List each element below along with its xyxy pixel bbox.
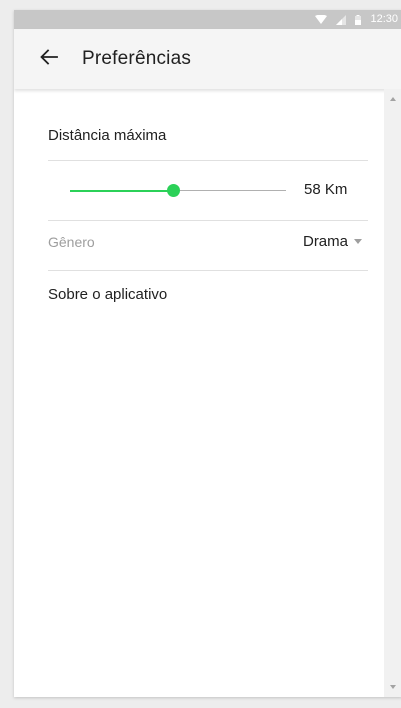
- genre-selected-value: Drama: [302, 233, 348, 250]
- scroll-up-icon[interactable]: [390, 97, 396, 101]
- slider-track-active: [70, 190, 174, 192]
- preferences-list: Distância máxima 58 Km Gênero Drama Sobr…: [14, 89, 384, 697]
- slider-thumb[interactable]: [167, 184, 180, 197]
- max-distance-label: Distância máxima: [48, 127, 167, 144]
- wifi-icon: [315, 14, 328, 25]
- battery-icon: [355, 14, 362, 25]
- arrow-left-icon: [40, 48, 58, 70]
- about-app-item[interactable]: Sobre o aplicativo: [48, 286, 368, 312]
- status-bar: 12:30: [14, 10, 401, 29]
- slider-value-label: 58 Km: [304, 181, 348, 198]
- slider-track-rest: [174, 190, 286, 191]
- divider: [48, 270, 368, 271]
- scroll-down-icon[interactable]: [390, 685, 396, 689]
- signal-icon: [336, 14, 347, 25]
- genre-selected[interactable]: Drama: [303, 233, 368, 250]
- divider: [48, 220, 368, 221]
- genre-dropdown[interactable]: Gênero Drama: [48, 224, 368, 260]
- divider: [48, 160, 368, 161]
- status-time: 12:30: [370, 13, 398, 25]
- status-icons: 12:30: [315, 13, 398, 26]
- back-button[interactable]: [26, 36, 72, 82]
- distance-slider[interactable]: 58 Km: [48, 173, 368, 209]
- app-bar: Preferências: [14, 29, 401, 89]
- page-title: Preferências: [82, 48, 192, 69]
- genre-label: Gênero: [48, 234, 95, 250]
- scrollbar[interactable]: [384, 89, 401, 697]
- device-screen: 12:30 Preferências Distância máxima 58 K…: [14, 10, 401, 697]
- caret-down-icon: [354, 239, 362, 244]
